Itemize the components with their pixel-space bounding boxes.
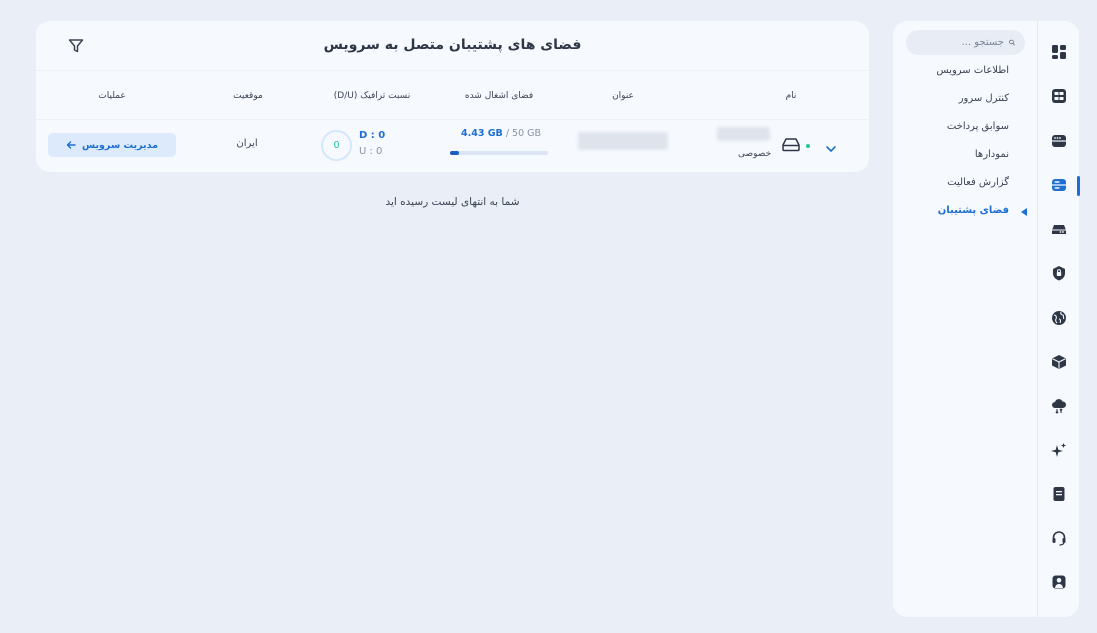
- service-subnav: اطلاعات سرویس کنترل سرور سوابق پرداخت نم…: [893, 21, 1037, 617]
- backup-storage-icon[interactable]: [1050, 176, 1068, 194]
- chevron-down-icon: [826, 146, 836, 152]
- usage-progress-bar: [450, 151, 548, 155]
- manage-service-button[interactable]: مدیریت سرویس: [48, 133, 176, 157]
- cloud-transfer-icon[interactable]: [1050, 397, 1068, 415]
- package-icon[interactable]: [1050, 353, 1068, 371]
- header-actions: عملیات: [98, 91, 126, 101]
- globe-icon[interactable]: [1050, 309, 1068, 327]
- end-of-list-message: شما به انتهای لیست رسیده اید: [385, 196, 520, 208]
- total-space-value: 50 GB: [512, 128, 542, 139]
- arrow-left-icon: [66, 141, 76, 149]
- search-icon: [1009, 39, 1015, 46]
- usage-text: 4.43 GB / 50 GB: [461, 128, 541, 139]
- traffic-ratio-circle: 0: [321, 130, 352, 161]
- manage-service-label: مدیریت سرویس: [82, 139, 158, 151]
- user-account-icon[interactable]: [1050, 573, 1068, 591]
- server-info-icon[interactable]: [1050, 87, 1068, 105]
- subnav-item-service-info[interactable]: اطلاعات سرویس: [936, 65, 1009, 76]
- sparkle-icon[interactable]: [1050, 441, 1068, 459]
- active-item-caret: [1021, 208, 1027, 216]
- header-location: موقعیت: [233, 91, 263, 101]
- servers-icon[interactable]: [1050, 132, 1068, 150]
- shield-icon[interactable]: [1050, 264, 1068, 282]
- support-headset-icon[interactable]: [1050, 529, 1068, 547]
- subnav-item-server-control[interactable]: کنترل سرور: [959, 93, 1009, 104]
- card-header: فضای های پشتیبان متصل به سرویس: [36, 21, 869, 71]
- table-header: نام عنوان فضای اشغال شده نسبت ترافیک (D/…: [36, 71, 869, 120]
- subnav-item-activity-report[interactable]: گزارش فعالیت: [947, 177, 1009, 188]
- name-redacted: [717, 127, 770, 141]
- usage-separator: /: [502, 128, 513, 139]
- expand-row-button[interactable]: [825, 139, 837, 152]
- header-title: عنوان: [612, 91, 634, 101]
- icon-rail: [1037, 21, 1080, 617]
- subnav-item-charts[interactable]: نمودارها: [975, 149, 1009, 160]
- search-input[interactable]: [914, 37, 1004, 48]
- dashboard-icon[interactable]: [1050, 43, 1068, 61]
- backup-spaces-card: فضای های پشتیبان متصل به سرویس نام عنوان…: [36, 21, 869, 172]
- used-space-value: 4.43 GB: [461, 128, 503, 139]
- table-row: خصوصی 4.43 GB / 50 GB 0 D : 0 U : 0 ایرا…: [36, 120, 869, 172]
- service-type: خصوصی: [738, 149, 772, 159]
- side-navigation: اطلاعات سرویس کنترل سرور سوابق پرداخت نم…: [893, 21, 1080, 617]
- subnav-item-backup-space[interactable]: فضای پشتیبان: [938, 205, 1009, 216]
- download-traffic: D : 0: [359, 130, 386, 141]
- header-traffic-ratio: نسبت ترافیک (D/U): [333, 91, 411, 101]
- subnav-item-payment-history[interactable]: سوابق پرداخت: [947, 121, 1009, 132]
- page-title: فضای های پشتیبان متصل به سرویس: [323, 37, 582, 53]
- header-name: نام: [785, 91, 797, 101]
- upload-traffic: U : 0: [359, 146, 383, 157]
- title-redacted: [578, 132, 668, 150]
- header-used-space: فضای اشغال شده: [464, 91, 534, 101]
- location-value: ایران: [236, 138, 258, 149]
- status-dot: [806, 144, 810, 148]
- search-box: [906, 30, 1025, 55]
- traffic-ratio-value: 0: [333, 140, 340, 151]
- usage-progress-fill: [450, 151, 459, 155]
- cloud-server-icon[interactable]: [1050, 220, 1068, 238]
- hard-drive-icon: [782, 137, 800, 152]
- invoice-icon[interactable]: [1050, 485, 1068, 503]
- rail-active-indicator: [1077, 176, 1080, 196]
